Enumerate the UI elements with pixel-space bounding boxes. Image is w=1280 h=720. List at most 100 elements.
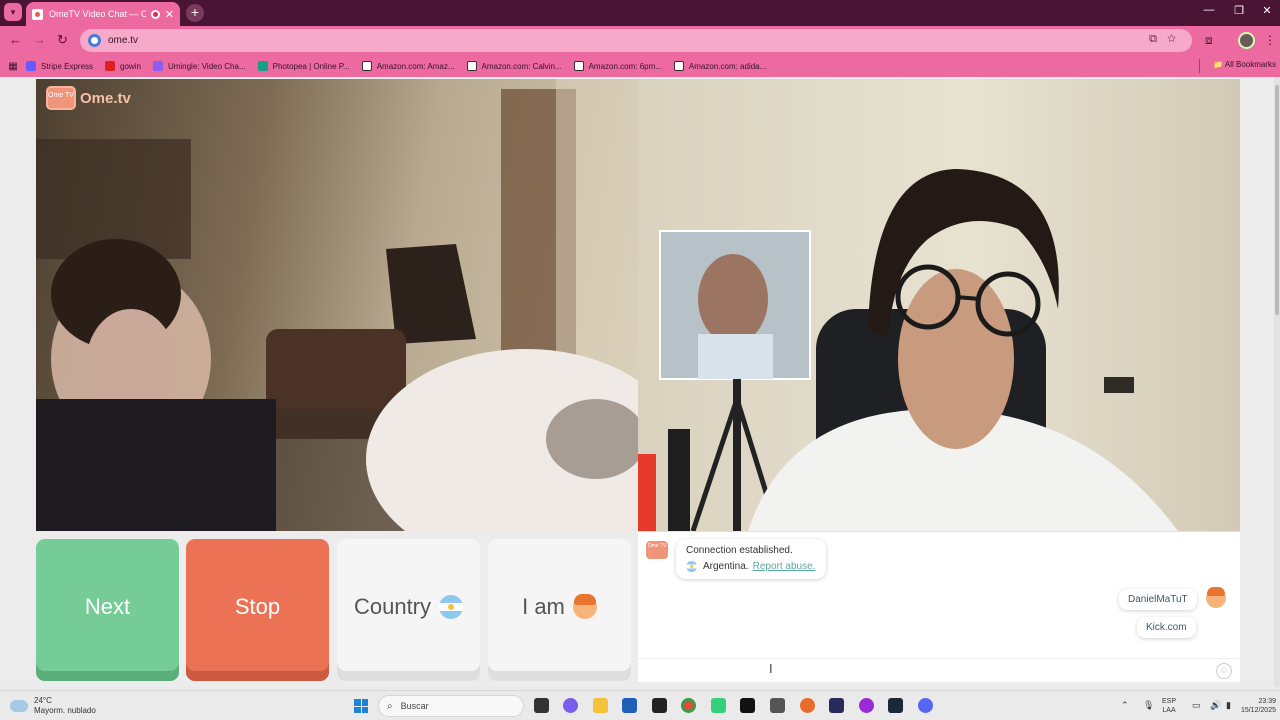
stop-button[interactable]: Stop <box>186 539 329 681</box>
ometv-logo: Ome TV Ome.tv <box>46 86 131 110</box>
install-and-bookmark-star-icon[interactable]: ⧉☆ <box>1149 33 1186 46</box>
windows-start-icon[interactable] <box>354 699 368 713</box>
taskbar-search[interactable]: ⌕ Buscar <box>378 695 524 717</box>
microphone-icon[interactable]: 🎙 <box>1143 700 1154 711</box>
search-icon: ⌕ <box>387 700 393 712</box>
ometv-logo-icon: Ome TV <box>46 86 76 110</box>
clock[interactable]: 23:39 15/12/2025 <box>1232 697 1276 715</box>
bookmark-label: Umingle: Video Cha... <box>167 61 246 71</box>
app-icon[interactable] <box>711 698 726 713</box>
page-scrollbar[interactable] <box>1274 77 1280 687</box>
stranger-country: Argentina. <box>703 561 749 572</box>
clock-time: 23:39 <box>1258 698 1276 705</box>
close-window-icon[interactable]: ✕ <box>1252 4 1280 17</box>
clock-date: 15/12/2025 <box>1240 707 1276 714</box>
search-placeholder: Buscar <box>400 701 429 711</box>
scrollbar-thumb[interactable] <box>1275 85 1279 315</box>
new-tab-button[interactable]: + <box>186 4 204 22</box>
chat-panel: Ome TV Connection established. Argentina… <box>638 531 1240 682</box>
bookmark-item[interactable]: Amazon.com: Calvin... <box>466 61 562 71</box>
next-button[interactable]: Next <box>36 539 179 681</box>
bookmark-item[interactable]: Stripe Express <box>26 61 93 71</box>
bookmark-item[interactable]: Amazon.com: 6pm... <box>573 61 662 71</box>
bookmark-label: Amazon.com: 6pm... <box>588 61 662 71</box>
my-message: Kick.com <box>1137 617 1196 638</box>
emoji-picker-icon[interactable]: ☺ <box>1216 663 1232 679</box>
bookmark-item[interactable]: Amazon.com: adida... <box>673 61 766 71</box>
stop-label: Stop <box>234 594 281 619</box>
i-am-label: I am <box>522 594 565 619</box>
system-message-text: Connection established. <box>686 545 793 556</box>
apps-grid-icon[interactable]: ▦ <box>0 61 26 72</box>
bookmark-item[interactable]: Amazon.com: Amaz... <box>361 61 455 71</box>
amazon-icon <box>466 61 477 71</box>
bookmark-label: Stripe Express <box>41 61 94 71</box>
country-line: Argentina. Report abuse. <box>686 561 816 572</box>
temperature: 24°C <box>34 696 52 705</box>
system-message: Connection established. Argentina. Repor… <box>676 539 826 579</box>
amazon-icon <box>573 61 584 71</box>
bookmark-item[interactable]: gowin <box>105 61 141 71</box>
next-label: Next <box>84 594 131 619</box>
app-icon[interactable] <box>829 698 844 713</box>
bookmark-label: Amazon.com: Amaz... <box>376 61 455 71</box>
all-bookmarks-folder[interactable]: 📁 All Bookmarks <box>1213 60 1276 69</box>
extensions-icon[interactable]: ⧈ <box>1205 33 1213 48</box>
store-icon[interactable] <box>622 698 637 713</box>
epic-games-icon[interactable] <box>652 698 667 713</box>
volume-icon[interactable]: 🔊 <box>1210 700 1221 711</box>
steam-icon[interactable] <box>888 698 903 713</box>
browser-toolbar: ← → ↻ ome.tv ⧉☆ ⧈ ⋮ <box>0 26 1280 55</box>
amazon-icon <box>673 61 684 71</box>
tab-search-icon[interactable]: ▾ <box>4 3 22 21</box>
bookmark-favicon-icon <box>26 61 36 71</box>
windows-taskbar: 24°C Mayorm. nublado ⌕ Buscar ⌃ 🎙 ESP LA… <box>0 690 1280 720</box>
url-text[interactable]: ome.tv <box>108 35 138 46</box>
copilot-icon[interactable] <box>563 698 578 713</box>
my-message: DanielMaTuT <box>1119 589 1197 610</box>
bookmark-favicon-icon <box>105 61 116 71</box>
battery-icon[interactable]: ▮ <box>1226 700 1231 711</box>
recording-indicator-icon <box>150 9 160 19</box>
ometv-chat-logo-icon: Ome TV <box>646 541 668 559</box>
app-icon[interactable] <box>859 698 874 713</box>
site-info-icon[interactable] <box>88 34 101 47</box>
bookmark-item[interactable]: Photopea | Online P... <box>257 61 350 71</box>
language-code: ESP <box>1162 698 1177 705</box>
back-icon[interactable]: ← <box>9 33 22 47</box>
weather-widget[interactable]: 24°C Mayorm. nublado <box>10 695 96 716</box>
task-view-icon[interactable] <box>534 698 549 713</box>
network-icon[interactable]: ▭ <box>1192 700 1201 711</box>
tab-ometv[interactable]: OmeTV Video Chat — Ome ✕ <box>26 2 180 26</box>
file-explorer-icon[interactable] <box>593 698 608 713</box>
country-button[interactable]: Country <box>337 539 480 681</box>
partly-cloudy-icon <box>10 695 28 712</box>
i-am-button[interactable]: I am <box>488 539 631 681</box>
capcut-icon[interactable] <box>770 698 785 713</box>
reload-icon[interactable]: ↻ <box>57 33 68 47</box>
show-hidden-icons[interactable]: ⌃ <box>1121 700 1129 711</box>
minimize-icon[interactable]: — <box>1194 4 1224 16</box>
bookmark-item[interactable]: Umingle: Video Cha... <box>152 61 246 71</box>
tiktok-icon[interactable] <box>740 698 755 713</box>
chrome-icon[interactable] <box>681 698 696 713</box>
ometv-favicon-icon <box>32 8 43 20</box>
browser-icon[interactable] <box>800 698 815 713</box>
boy-avatar-icon <box>572 594 597 619</box>
discord-icon[interactable] <box>918 698 933 713</box>
profile-avatar[interactable] <box>1238 32 1255 49</box>
bookmark-favicon-icon <box>152 61 163 71</box>
close-tab-icon[interactable]: ✕ <box>165 8 174 21</box>
all-bookmarks-label: All Bookmarks <box>1224 60 1276 69</box>
language-indicator[interactable]: ESP LAA <box>1162 697 1176 715</box>
maximize-icon[interactable]: ❐ <box>1224 4 1254 17</box>
bookmarks-bar: ▦ Stripe Express gowin Umingle: Video Ch… <box>0 55 1280 77</box>
self-video <box>638 79 1240 531</box>
chat-message-input[interactable]: I ☺ <box>638 658 1240 683</box>
forward-icon[interactable]: → <box>33 33 46 47</box>
address-bar[interactable]: ome.tv ⧉☆ <box>80 29 1192 52</box>
report-abuse-link[interactable]: Report abuse. <box>753 561 816 572</box>
bookmark-label: Photopea | Online P... <box>272 61 350 71</box>
menu-kebab-icon[interactable]: ⋮ <box>1264 33 1276 47</box>
browser-tab-strip: ▾ OmeTV Video Chat — Ome ✕ + — ❐ ✕ <box>0 0 1280 26</box>
